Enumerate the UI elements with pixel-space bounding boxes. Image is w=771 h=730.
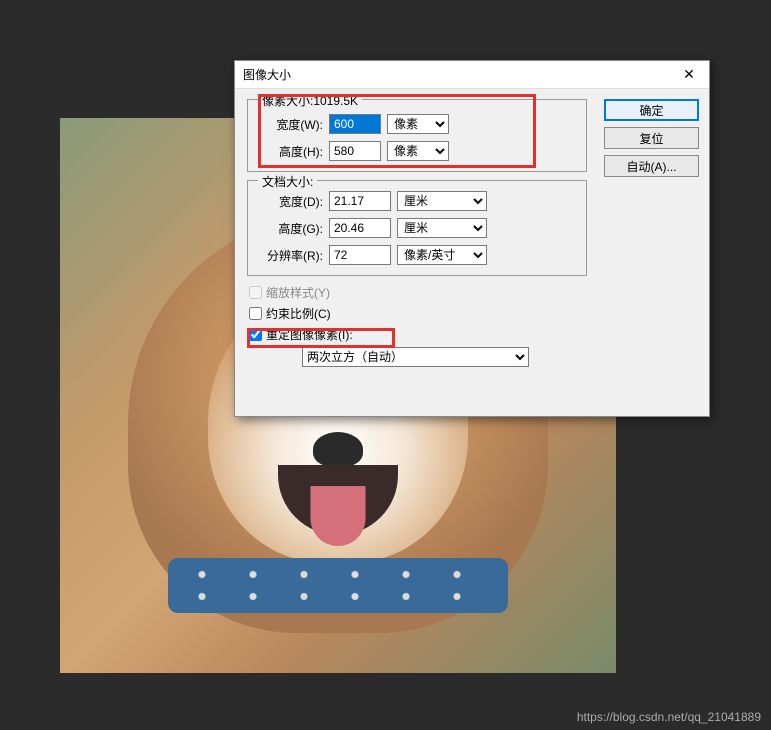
watermark: https://blog.csdn.net/qq_21041889 bbox=[577, 710, 761, 724]
doc-width-input[interactable] bbox=[329, 191, 391, 211]
scale-styles-row: 缩放样式(Y) bbox=[247, 284, 587, 301]
resample-row[interactable]: 重定图像像素(I): bbox=[247, 326, 587, 343]
doc-height-input[interactable] bbox=[329, 218, 391, 238]
pixel-dims-legend: 像素大小:1019.5K bbox=[258, 92, 362, 109]
doc-width-unit-select[interactable]: 厘米 bbox=[397, 191, 487, 211]
doc-size-legend: 文档大小: bbox=[258, 173, 317, 190]
reset-button[interactable]: 复位 bbox=[604, 127, 699, 149]
resolution-unit-select[interactable]: 像素/英寸 bbox=[397, 245, 487, 265]
close-button[interactable]: ✕ bbox=[669, 61, 709, 89]
auto-button[interactable]: 自动(A)... bbox=[604, 155, 699, 177]
resample-checkbox[interactable] bbox=[249, 328, 262, 341]
constrain-row[interactable]: 约束比例(C) bbox=[247, 305, 587, 322]
titlebar[interactable]: 图像大小 ✕ bbox=[235, 61, 709, 89]
height-unit-select[interactable]: 像素 bbox=[387, 141, 449, 161]
ok-button[interactable]: 确定 bbox=[604, 99, 699, 121]
doc-width-label: 宽度(D): bbox=[258, 193, 323, 210]
doc-height-label: 高度(G): bbox=[258, 220, 323, 237]
resolution-label: 分辨率(R): bbox=[258, 247, 323, 264]
resolution-input[interactable] bbox=[329, 245, 391, 265]
width-unit-select[interactable]: 像素 bbox=[387, 114, 449, 134]
height-input[interactable] bbox=[329, 141, 381, 161]
resample-method-select[interactable]: 两次立方（自动） bbox=[302, 347, 529, 367]
dialog-title: 图像大小 bbox=[243, 66, 291, 83]
height-label: 高度(H): bbox=[258, 143, 323, 160]
pixel-dimensions-group: 像素大小:1019.5K 宽度(W): 像素 高度(H): 像素 bbox=[247, 99, 587, 172]
resample-label: 重定图像像素(I): bbox=[266, 326, 353, 343]
doc-height-unit-select[interactable]: 厘米 bbox=[397, 218, 487, 238]
document-size-group: 文档大小: 宽度(D): 厘米 高度(G): 厘米 分辨率(R): bbox=[247, 180, 587, 276]
constrain-checkbox[interactable] bbox=[249, 307, 262, 320]
scale-styles-checkbox bbox=[249, 286, 262, 299]
width-label: 宽度(W): bbox=[258, 116, 323, 133]
close-icon: ✕ bbox=[683, 66, 695, 83]
scale-styles-label: 缩放样式(Y) bbox=[266, 284, 330, 301]
width-input[interactable] bbox=[329, 114, 381, 134]
constrain-label: 约束比例(C) bbox=[266, 305, 331, 322]
image-size-dialog: 图像大小 ✕ 像素大小:1019.5K 宽度(W): 像素 高度(H): bbox=[234, 60, 710, 417]
